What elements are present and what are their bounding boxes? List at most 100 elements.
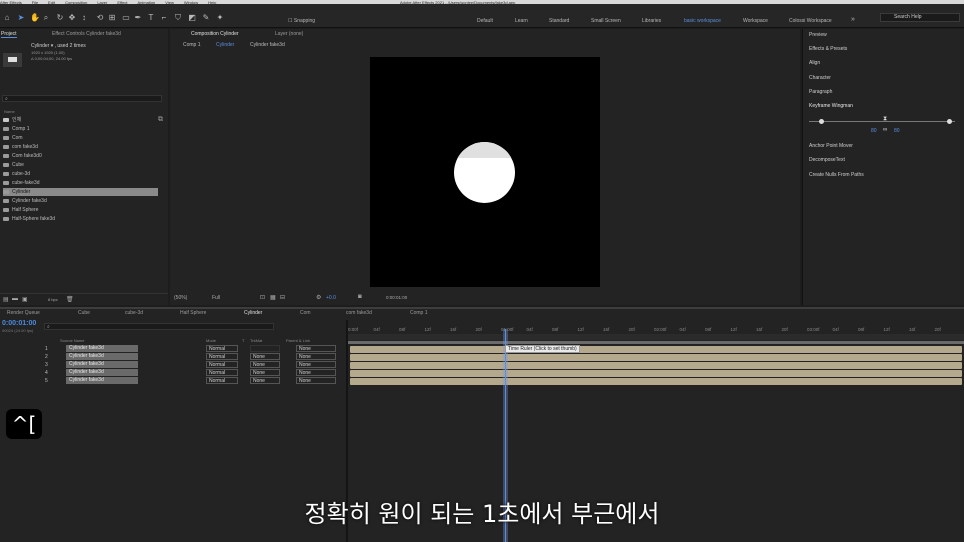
layer-bar[interactable] <box>350 346 962 353</box>
puppet-tool-icon[interactable]: ✦ <box>216 14 224 22</box>
rotate-tool-icon[interactable]: ⟲ <box>96 14 104 22</box>
interpret-footage-icon[interactable]: ▤ <box>3 296 9 303</box>
pan-tool-icon[interactable]: ✥ <box>68 14 76 22</box>
header-trkmat[interactable]: TrkMat <box>250 338 262 343</box>
breadcrumb-comp1[interactable]: Comp 1 <box>183 42 201 48</box>
tab-half-sphere[interactable]: Half Sphere <box>180 310 206 316</box>
tab-com[interactable]: Com <box>300 310 311 316</box>
link-icon[interactable]: ∞ <box>883 127 887 133</box>
breadcrumb-cylinder[interactable]: Cylinder <box>216 42 234 48</box>
list-item[interactable]: Cube <box>3 161 158 169</box>
create-nulls-from-paths[interactable]: Create Nulls From Paths <box>809 172 864 178</box>
more-workspaces-icon[interactable]: » <box>851 16 855 23</box>
kw-right-value[interactable]: 80 <box>894 128 900 134</box>
workspace-learn[interactable]: Learn <box>515 18 528 24</box>
viewer-timecode[interactable]: 0:00:01:00 <box>386 295 407 300</box>
selection-tool-icon[interactable]: ➤ <box>17 14 25 22</box>
mode-dropdown[interactable]: Normal <box>206 377 238 384</box>
workspace-small-screen[interactable]: Small Screen <box>591 18 621 24</box>
new-folder-icon[interactable]: ▬ <box>12 296 18 302</box>
layer-name[interactable]: Cylinder fake3d <box>66 377 138 384</box>
panel-character[interactable]: Character <box>809 75 831 81</box>
header-parent[interactable]: Parent & Link <box>286 338 310 343</box>
parent-dropdown[interactable]: None <box>296 377 336 384</box>
list-item[interactable]: cube-fake3d <box>3 179 158 187</box>
workspace-workspace[interactable]: Workspace <box>743 18 768 24</box>
eraser-tool-icon[interactable]: ◩ <box>188 14 196 22</box>
brush-tool-icon[interactable]: ⌐ <box>160 14 168 22</box>
slider-handle-left[interactable] <box>819 119 824 124</box>
tab-cube-3d[interactable]: cube-3d <box>125 310 143 316</box>
layer-search-input[interactable]: ⌕ <box>44 323 274 330</box>
layer-name[interactable]: Cylinder fake3d <box>66 353 138 360</box>
tab-layer[interactable]: Layer (none) <box>275 31 303 37</box>
color-management-icon[interactable]: ⚙ <box>316 294 321 301</box>
tab-render-queue[interactable]: Render Queue <box>7 310 40 316</box>
list-item[interactable]: Half-Sphere fake3d <box>3 215 158 223</box>
search-help-input[interactable]: Search Help <box>880 13 960 22</box>
layer-bar[interactable] <box>350 354 962 361</box>
list-item[interactable]: com fake3d <box>3 143 158 151</box>
trkmat-dropdown[interactable]: None <box>250 377 280 384</box>
type-tool-icon[interactable]: T <box>147 14 155 22</box>
exposure-value[interactable]: +0.0 <box>326 295 336 301</box>
new-composition-icon[interactable]: ▣ <box>22 296 28 303</box>
zoom-dropdown[interactable]: (50%) <box>174 295 187 301</box>
anchor-tool-icon[interactable]: ⊞ <box>108 14 116 22</box>
mode-dropdown[interactable]: Normal <box>206 345 238 352</box>
panel-effects-presets[interactable]: Effects & Presets <box>809 46 847 52</box>
header-source-name[interactable]: Source Name <box>60 338 84 343</box>
keyframe-slider[interactable] <box>809 121 955 122</box>
parent-dropdown[interactable]: None <box>296 345 336 352</box>
table-row[interactable]: 3 Cylinder fake3d Normal None None <box>0 361 346 369</box>
region-icon[interactable]: ⊡ <box>260 294 265 301</box>
delete-icon[interactable]: 🗑 <box>66 296 74 303</box>
mode-dropdown[interactable]: Normal <box>206 369 238 376</box>
kw-left-value[interactable]: 80 <box>871 128 877 134</box>
panel-preview[interactable]: Preview <box>809 32 827 38</box>
dolly-tool-icon[interactable]: ↕ <box>80 14 88 22</box>
layer-name[interactable]: Cylinder fake3d <box>66 361 138 368</box>
list-item[interactable]: Half Sphere <box>3 206 158 214</box>
roto-brush-tool-icon[interactable]: ✎ <box>202 14 210 22</box>
clone-stamp-tool-icon[interactable]: ⛉ <box>174 14 182 22</box>
trkmat-dropdown[interactable]: None <box>250 353 280 360</box>
time-ruler[interactable] <box>348 334 964 340</box>
tab-project[interactable]: Project <box>1 31 17 38</box>
cylinder-shape[interactable] <box>454 142 515 203</box>
workspace-colossi[interactable]: Colossi Workspace <box>789 18 832 24</box>
list-item[interactable]: Com <box>3 134 158 142</box>
timeline-timecode[interactable]: 0:00:01:00 <box>2 320 36 327</box>
zoom-tool-icon[interactable]: ⌕ <box>42 14 50 22</box>
tab-composition[interactable]: Composition Cylinder <box>191 31 239 37</box>
project-search-input[interactable]: ⌕ <box>2 95 162 102</box>
flowchart-icon[interactable]: ⧉ <box>158 116 163 124</box>
decompose-text[interactable]: DecomposeText <box>809 157 845 163</box>
bit-depth-button[interactable]: 8 bpc <box>48 297 58 302</box>
workspace-basic[interactable]: basic workspace <box>684 18 721 24</box>
mode-dropdown[interactable]: Normal <box>206 361 238 368</box>
parent-dropdown[interactable]: None <box>296 369 336 376</box>
tab-com-fake3d[interactable]: com fake3d <box>346 310 372 316</box>
table-row[interactable]: 5 Cylinder fake3d Normal None None <box>0 377 346 385</box>
pen-tool-icon[interactable]: ✒ <box>134 14 142 22</box>
panel-align[interactable]: Align <box>809 60 820 66</box>
tab-cube[interactable]: Cube <box>78 310 90 316</box>
mask-icon[interactable]: ⊟ <box>280 294 285 301</box>
parent-dropdown[interactable]: None <box>296 353 336 360</box>
trkmat-dropdown[interactable] <box>250 345 280 352</box>
anchor-point-mover[interactable]: Anchor Point Mover <box>809 143 853 149</box>
header-mode[interactable]: Mode <box>206 338 216 343</box>
tab-cylinder[interactable]: Cylinder <box>244 310 262 316</box>
resolution-dropdown[interactable]: Full <box>212 295 220 301</box>
workspace-libraries[interactable]: Libraries <box>642 18 661 24</box>
layer-name[interactable]: Cylinder fake3d <box>66 369 138 376</box>
table-row[interactable]: 2 Cylinder fake3d Normal None None <box>0 353 346 361</box>
panel-keyframe-wingman[interactable]: Keyframe Wingman <box>809 103 853 109</box>
panel-paragraph[interactable]: Paragraph <box>809 89 832 95</box>
snapping-toggle[interactable]: ☐ Snapping <box>288 18 315 24</box>
tab-comp1[interactable]: Comp 1 <box>410 310 428 316</box>
breadcrumb-cylinder-fake3d[interactable]: Cylinder fake3d <box>250 42 285 48</box>
layer-bar[interactable] <box>350 362 962 369</box>
rectangle-tool-icon[interactable]: ▭ <box>122 14 130 22</box>
